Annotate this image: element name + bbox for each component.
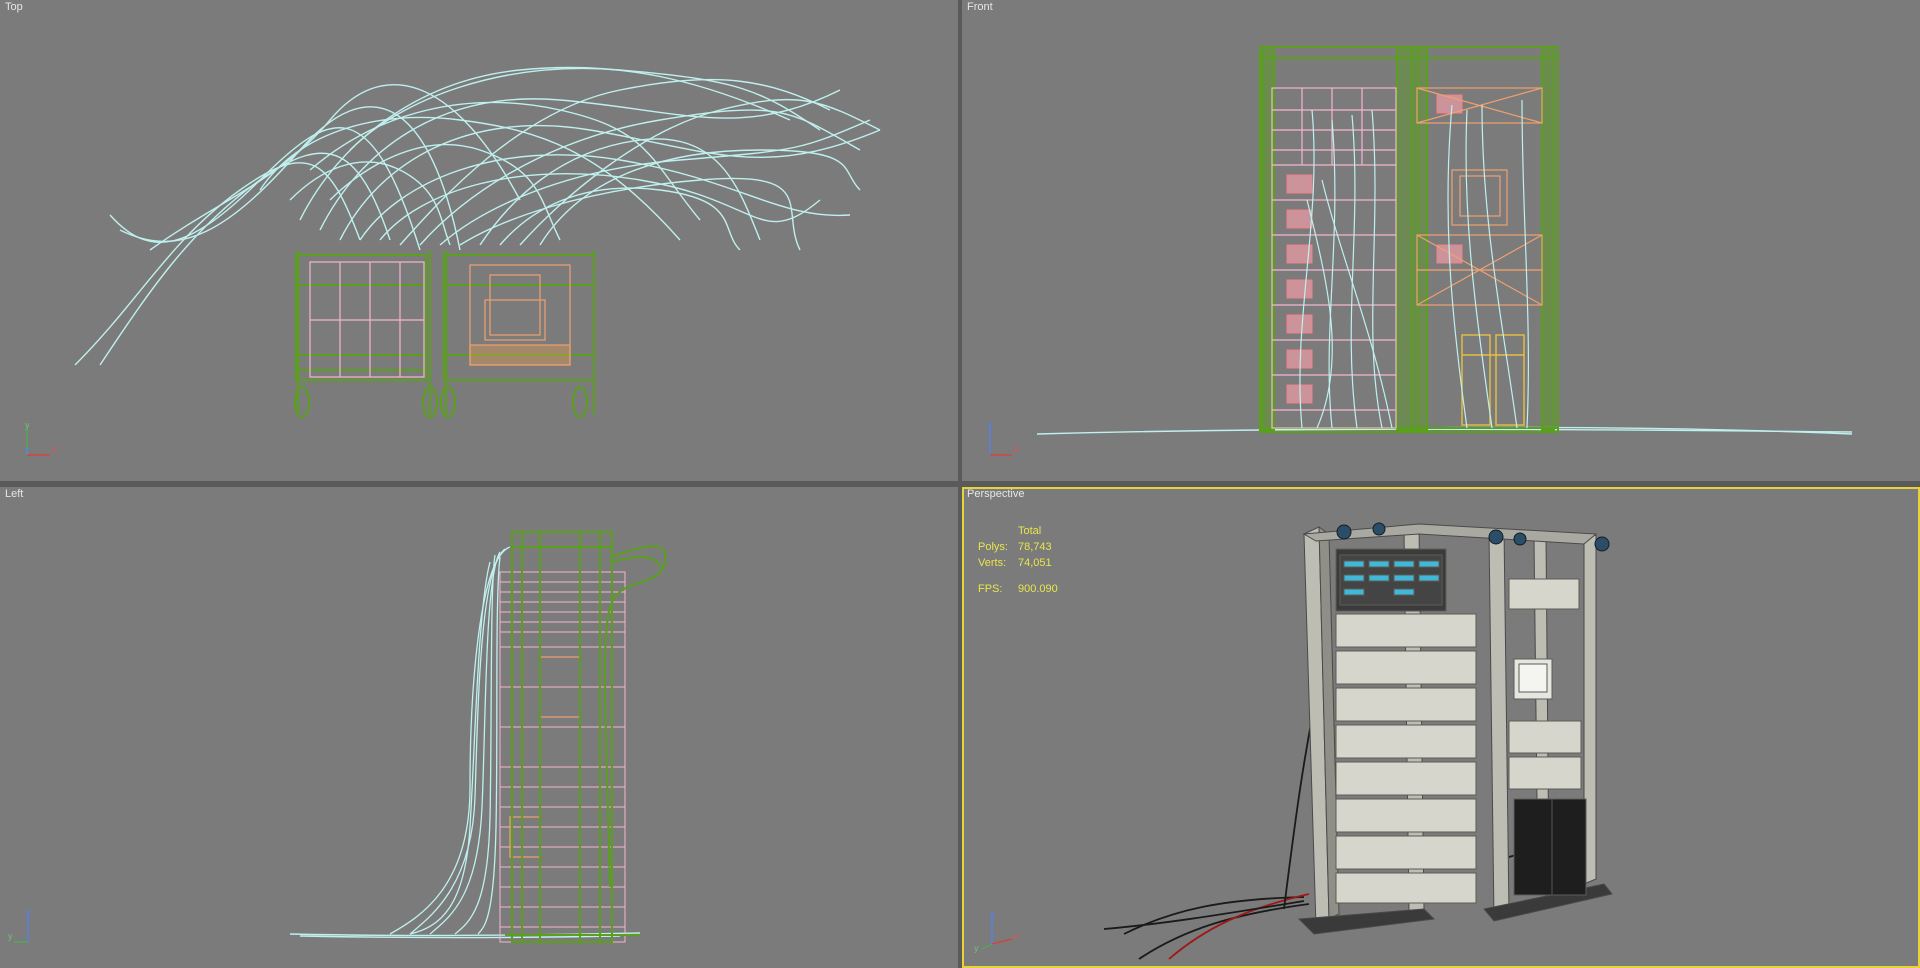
svg-text:y: y: [974, 943, 979, 953]
viewport-front[interactable]: Front z x: [962, 0, 1920, 481]
svg-text:z: z: [25, 445, 30, 455]
axis-gizmo-top: y x z: [25, 420, 57, 456]
viewport-perspective[interactable]: Perspective Total Polys: 78,743 Verts: 74,…: [962, 487, 1920, 968]
svg-text:z: z: [26, 907, 31, 917]
svg-text:y: y: [25, 420, 30, 430]
svg-text:x: x: [1014, 931, 1019, 941]
rack-frame-left: [505, 531, 667, 943]
svg-text:z: z: [990, 909, 995, 919]
rack-frame-front: [1259, 46, 1559, 433]
cable-bundle-left: [389, 546, 511, 935]
svg-text:z: z: [988, 420, 993, 430]
axis-gizmo-persp: z x y: [974, 909, 1019, 953]
front-view-wireframe: z x: [988, 46, 1853, 456]
svg-text:x: x: [52, 444, 57, 454]
server-stack-top: [309, 261, 425, 378]
rack-left-top: [294, 250, 438, 418]
cable-bundle-top: [74, 66, 881, 366]
top-view-wireframe: y x z: [25, 66, 881, 456]
axis-gizmo-left: z y: [8, 907, 31, 943]
device-stack-top: [469, 264, 571, 366]
left-view-wireframe: z y: [8, 531, 667, 943]
device-stack-front: [1416, 87, 1543, 306]
svg-text:x: x: [1014, 444, 1019, 454]
rack-units-persp: [1335, 548, 1587, 904]
viewport-left[interactable]: Left z y: [0, 487, 958, 968]
perspective-render: z x y: [974, 522, 1613, 960]
axis-gizmo-front: z x: [988, 420, 1019, 456]
svg-text:y: y: [8, 931, 13, 941]
viewport-top[interactable]: Top y x z: [0, 0, 958, 481]
